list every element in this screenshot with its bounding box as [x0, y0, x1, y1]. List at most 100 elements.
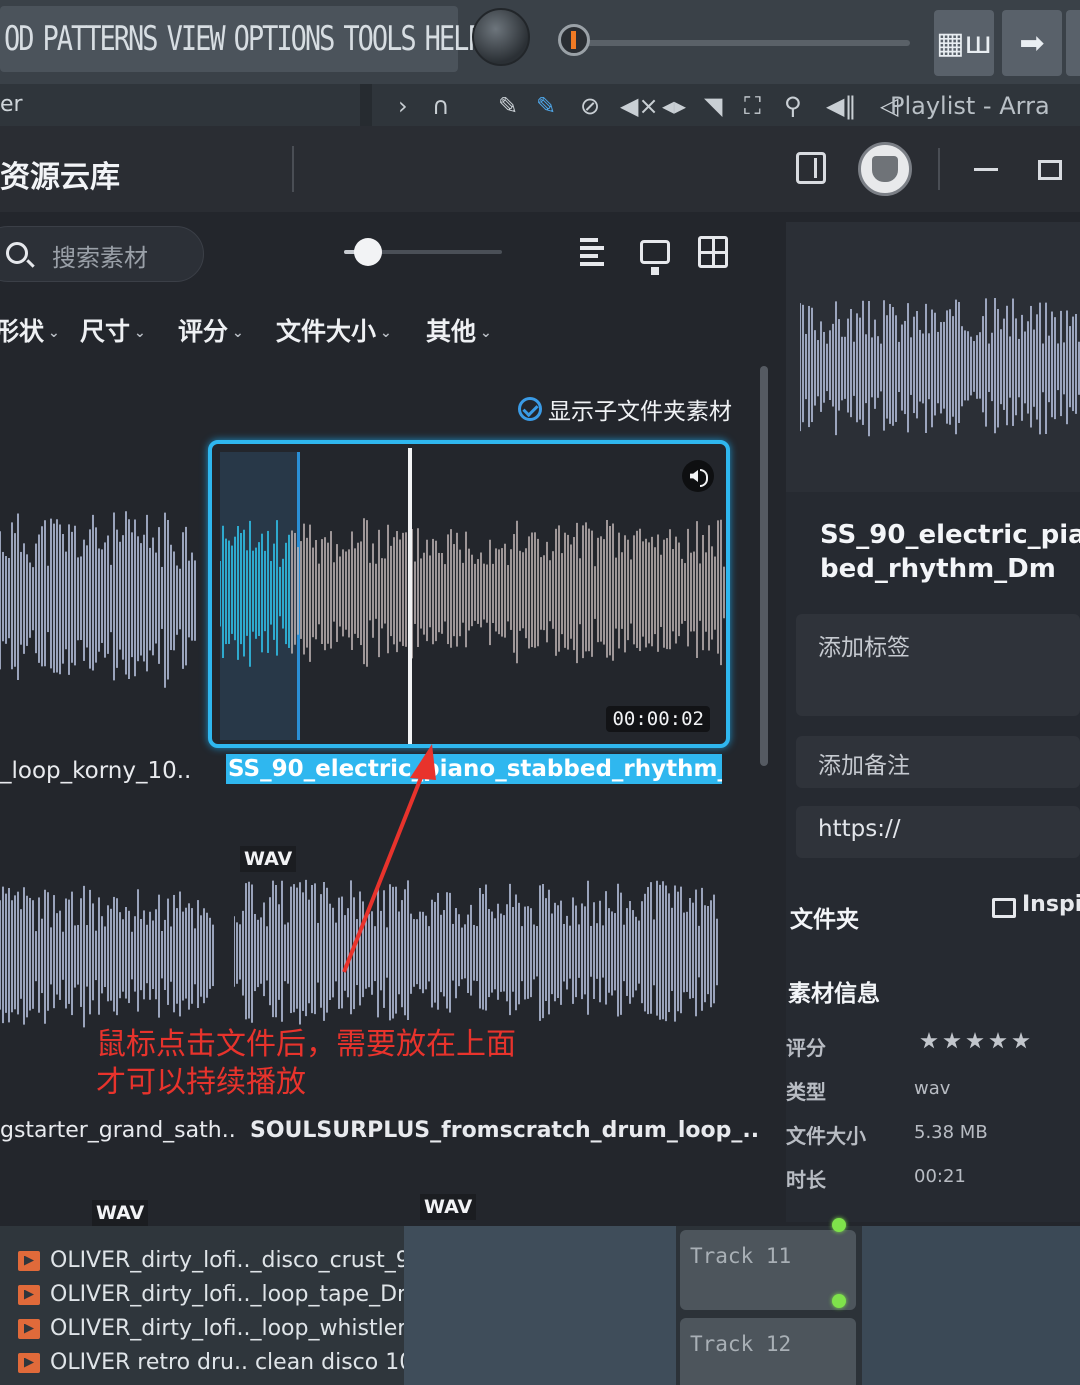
- file-type-badge: WAV: [420, 1194, 477, 1220]
- daw-bottom-area: OLIVER_dirty_lofi.._disco_crust_96_A# OL…: [0, 1218, 1080, 1385]
- menu-item-view[interactable]: VIEW: [167, 20, 226, 59]
- search-placeholder: 搜索素材: [52, 244, 148, 272]
- daw-top-bar: OD PATTERNS VIEW OPTIONS TOOLS HELP ▦ш ➡: [0, 0, 1080, 84]
- type-label: 类型: [786, 1080, 826, 1104]
- menu-item-patterns[interactable]: PATTERNS: [43, 20, 159, 59]
- card-name[interactable]: _loop_korny_10..: [0, 758, 191, 784]
- show-subfolder-toggle[interactable]: 显示子文件夹素材: [518, 392, 732, 426]
- track-led-icon[interactable]: [832, 1294, 846, 1308]
- asset-title-line-1: SS_90_electric_piano_st: [820, 520, 1080, 550]
- play-arrow-icon[interactable]: ›: [398, 92, 408, 120]
- extra-button[interactable]: [1066, 10, 1080, 76]
- browser-file-row[interactable]: OLIVER_dirty_lofi.._loop_tape_Dm_85: [18, 1282, 457, 1307]
- daw-toolbar: er › ∩ ✎ ✎ ⊘ ◀× ◂▸ ◥ ⛶ ⚲ ◀‖ ◁ Playlist -…: [0, 84, 1080, 126]
- filter-file-size[interactable]: 文件大小 ⌄: [276, 312, 392, 348]
- pencil-icon[interactable]: ✎: [498, 92, 518, 120]
- paint-brush-icon[interactable]: ✎: [536, 92, 556, 120]
- browser-file-row[interactable]: OLIVER_dirty_lofi.._loop_whistler_95: [18, 1316, 445, 1341]
- playlist-lane[interactable]: [404, 1226, 676, 1385]
- track-name: Track 12: [690, 1332, 792, 1356]
- add-tag-field[interactable]: 添加标签: [796, 614, 1080, 716]
- waveform-thumbnail[interactable]: [0, 506, 196, 696]
- selected-waveform: [220, 518, 725, 667]
- title-divider-2: [938, 148, 940, 190]
- rating-stars[interactable]: [920, 1032, 1030, 1050]
- selected-asset-card[interactable]: 00:00:02: [208, 440, 730, 748]
- zoom-icon[interactable]: ⚲: [784, 92, 802, 120]
- preview-waveform[interactable]: [800, 294, 1080, 444]
- star-icon[interactable]: [920, 1032, 938, 1049]
- mute-icon[interactable]: ◀×: [620, 92, 659, 120]
- file-type-badge: WAV: [92, 1200, 149, 1226]
- type-value: wav: [914, 1078, 951, 1099]
- thumbnail-size-handle[interactable]: [354, 238, 382, 266]
- filter-rating[interactable]: 评分 ⌄: [178, 312, 244, 348]
- maximize-button[interactable]: [1038, 160, 1062, 180]
- playlist-title: Playlist - Arra: [890, 92, 1050, 120]
- waveform-thumbnail[interactable]: [234, 876, 720, 1032]
- playback-time: 00:00:02: [606, 706, 710, 732]
- filter-other[interactable]: 其他 ⌄: [426, 312, 492, 348]
- piano-roll-button[interactable]: ▦ш: [934, 10, 994, 76]
- grid-scrollbar[interactable]: [760, 366, 768, 766]
- browser-file-row[interactable]: OLIVER retro dru.. clean disco 100: [18, 1350, 427, 1375]
- slip-icon[interactable]: ◂▸: [662, 92, 686, 120]
- card-name[interactable]: gstarter_grand_sath..: [0, 1118, 236, 1143]
- asset-title-line-2: bed_rhythm_Dm: [820, 554, 1056, 584]
- add-note-field[interactable]: 添加备注: [796, 736, 1080, 788]
- folder-icon: [992, 898, 1016, 918]
- window-title-bar: 资源云库: [0, 126, 1080, 212]
- folder-section-label: 文件夹: [790, 907, 859, 933]
- layout-icon[interactable]: [698, 236, 728, 268]
- selected-card-name[interactable]: SS_90_electric_piano_stabbed_rhythm_Dm: [226, 754, 722, 784]
- menu-item-options[interactable]: OPTIONS: [234, 20, 336, 59]
- star-icon[interactable]: [966, 1032, 984, 1049]
- filter-size[interactable]: 尺寸 ⌄: [80, 312, 146, 348]
- rating-label: 评分: [786, 1036, 826, 1060]
- playhead[interactable]: [408, 448, 412, 744]
- chevron-down-icon: ⌄: [48, 325, 60, 341]
- pitch-slider-handle[interactable]: [558, 24, 590, 56]
- file-type-badge: WAV: [240, 846, 297, 872]
- detail-panel: SS_90_electric_piano_st bed_rhythm_Dm 添加…: [786, 222, 1080, 1222]
- star-icon[interactable]: [1012, 1032, 1030, 1049]
- star-icon[interactable]: [943, 1032, 961, 1049]
- slice-icon[interactable]: ◥: [704, 92, 722, 120]
- minimize-button[interactable]: [974, 168, 998, 171]
- track-label-11[interactable]: Track 11: [680, 1230, 856, 1310]
- select-icon[interactable]: ⛶: [744, 92, 761, 120]
- playlist-lane-right[interactable]: [862, 1226, 1080, 1385]
- monitor-icon[interactable]: [640, 240, 670, 275]
- magnet-icon[interactable]: ∩: [432, 92, 450, 120]
- avatar[interactable]: [858, 142, 912, 196]
- toolbar-left-label: er: [0, 92, 23, 117]
- window-title: 资源云库: [0, 160, 120, 195]
- playback-icon[interactable]: ◀‖: [826, 92, 856, 120]
- url-field[interactable]: https://: [796, 806, 1080, 858]
- master-pitch-slider[interactable]: [584, 40, 910, 46]
- audio-file-icon: [18, 1250, 40, 1271]
- sort-icon[interactable]: [580, 236, 610, 268]
- menu-item-tools[interactable]: TOOLS: [343, 20, 416, 59]
- file-size-label: 文件大小: [786, 1124, 866, 1148]
- master-volume-knob[interactable]: [472, 8, 530, 66]
- toolbar-separator: [360, 84, 372, 126]
- delete-icon[interactable]: ⊘: [580, 92, 600, 120]
- title-divider: [292, 146, 294, 192]
- next-button[interactable]: ➡: [1002, 10, 1062, 76]
- file-size-value: 5.38 MB: [914, 1122, 988, 1143]
- track-led-icon[interactable]: [832, 1218, 846, 1232]
- menu-item-add[interactable]: OD: [4, 20, 34, 59]
- star-icon[interactable]: [989, 1032, 1007, 1049]
- folder-link[interactable]: Inspir: [1022, 892, 1080, 917]
- waveform-thumbnail[interactable]: [0, 882, 216, 1032]
- panel-toggle-icon[interactable]: [796, 152, 826, 184]
- filter-shape[interactable]: 形状 ⌄: [0, 312, 60, 348]
- card-name[interactable]: SOULSURPLUS_fromscratch_drum_loop_..: [250, 1118, 759, 1143]
- asset-info-heading: 素材信息: [788, 981, 880, 1007]
- speaker-icon[interactable]: [682, 460, 714, 492]
- duration-value: 00:21: [914, 1166, 966, 1187]
- browser-file-row[interactable]: OLIVER_dirty_lofi.._disco_crust_96_A#: [18, 1248, 468, 1273]
- filter-file-size-label: 文件大小: [276, 317, 377, 346]
- track-label-12[interactable]: Track 12: [680, 1318, 856, 1385]
